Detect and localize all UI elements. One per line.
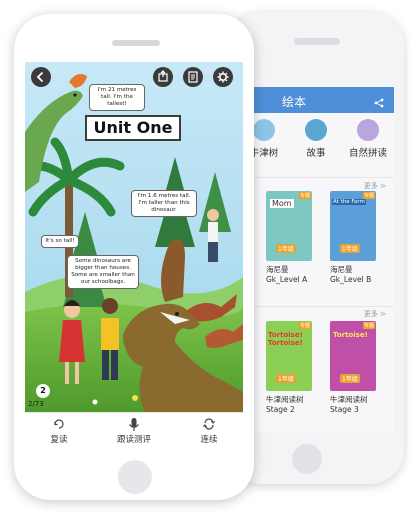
book-series: 牛津阅读树: [330, 395, 368, 404]
document-icon[interactable]: [183, 67, 203, 87]
divider: [238, 177, 394, 178]
book-card[interactable]: 专题 Tortoise! 1年级 牛津阅读树 Stage 3: [330, 321, 376, 414]
continuous-play-icon: [189, 417, 229, 431]
picture-book-library-screen: 绘本 牛津树 故事 自然拼读 更多 > 专题 Mom 1年级 海尼曼 Gk_Le…: [238, 87, 394, 432]
grade-badge: 1年级: [340, 244, 360, 253]
book-card[interactable]: 专题 Mom 1年级 海尼曼 Gk_Level A: [266, 191, 312, 284]
library-title: 绘本: [282, 95, 307, 109]
book-cover: 专题 Mom 1年级: [266, 191, 312, 261]
book-reader-screen: Unit One I'm 21 metres tall. I'm the tal…: [25, 62, 243, 448]
continuous-label: 连续: [200, 435, 218, 445]
repeat-button[interactable]: 复读: [39, 417, 79, 445]
book-series: 海尼曼: [266, 265, 289, 274]
book-tag: 专题: [298, 322, 311, 329]
front-phone: Unit One I'm 21 metres tall. I'm the tal…: [14, 14, 254, 500]
back-arrow-icon[interactable]: [31, 67, 51, 87]
book-level: Gk_Level B: [330, 275, 372, 284]
book-stack-icon: [253, 119, 275, 141]
cover-title: At the Farm: [332, 199, 366, 205]
repeat-label: 复读: [50, 435, 68, 445]
back-phone: 绘本 牛津树 故事 自然拼读 更多 > 专题 Mom 1年级 海尼曼 Gk_Le…: [228, 12, 404, 484]
promo-stage: 绘本 牛津树 故事 自然拼读 更多 > 专题 Mom 1年级 海尼曼 Gk_Le…: [0, 0, 420, 520]
share-icon[interactable]: [374, 93, 384, 112]
cover-title: Tortoise!: [333, 331, 368, 339]
settings-gear-icon[interactable]: [213, 67, 233, 87]
more-link[interactable]: 更多 >: [364, 181, 386, 191]
speech-bubble-narration[interactable]: Some dinosaurs are bigger than houses. S…: [67, 255, 139, 289]
cover-title: Mom: [270, 199, 294, 208]
category-row: 牛津树 故事 自然拼读: [238, 119, 394, 169]
home-button: [118, 460, 152, 494]
follow-read-assess-label: 跟读测评: [116, 435, 151, 445]
speech-bubble-dinosaur[interactable]: I'm 21 metres tall. I'm the tallest!: [89, 84, 145, 111]
book-tag: 专题: [362, 192, 375, 199]
book-card[interactable]: 专题 Tortoise! Tortoise! 1年级 牛津阅读树 Stage 2: [266, 321, 312, 414]
phonics-book-icon: [357, 119, 379, 141]
continuous-button[interactable]: 连续: [189, 417, 229, 445]
divider: [238, 306, 394, 307]
book-tag: 专题: [298, 192, 311, 199]
grade-badge: 1年级: [340, 374, 360, 383]
category-label: 自然拼读: [348, 148, 387, 159]
speaker-slot: [294, 38, 340, 45]
share-export-icon[interactable]: [153, 67, 173, 87]
book-cover: 专题 Tortoise! 1年级: [330, 321, 376, 391]
grade-badge: 1年级: [276, 244, 296, 253]
book-series: 牛津阅读树: [266, 395, 304, 404]
book-level: Stage 3: [330, 405, 359, 414]
book-cover: 专题 Tortoise! Tortoise! 1年级: [266, 321, 312, 391]
category-phonics[interactable]: 自然拼读: [342, 119, 394, 159]
library-topbar: 绘本: [238, 87, 394, 113]
home-button: [292, 444, 322, 474]
book-cover: 专题 At the Farm 1年级: [330, 191, 376, 261]
speaker-slot: [112, 40, 160, 46]
microphone-icon: [105, 417, 163, 431]
speech-bubble-girl[interactable]: It's so tall!: [41, 235, 79, 248]
book-level: Gk_Level A: [266, 275, 308, 284]
more-link[interactable]: 更多 >: [364, 309, 386, 319]
unit-title: Unit One: [85, 115, 181, 141]
speech-bubble-boy[interactable]: I'm 1.6 metres tall. I'm taller than thi…: [131, 190, 197, 217]
storybook-icon: [305, 119, 327, 141]
page-number-badge: 2: [36, 384, 50, 398]
grade-badge: 1年级: [276, 374, 296, 383]
page-counter: 2/73: [28, 400, 44, 408]
book-tag: 专题: [362, 322, 375, 329]
cover-title: Tortoise! Tortoise!: [268, 331, 303, 347]
reader-bottom-bar: 复读 跟读测评 连续: [25, 412, 243, 448]
repeat-icon: [39, 417, 79, 431]
book-series: 海尼曼: [330, 265, 353, 274]
category-story[interactable]: 故事: [290, 119, 342, 159]
follow-read-assess-button[interactable]: 跟读测评: [105, 417, 163, 445]
book-card[interactable]: 专题 At the Farm 1年级 海尼曼 Gk_Level B: [330, 191, 376, 284]
category-label: 故事: [306, 148, 326, 159]
book-level: Stage 2: [266, 405, 295, 414]
